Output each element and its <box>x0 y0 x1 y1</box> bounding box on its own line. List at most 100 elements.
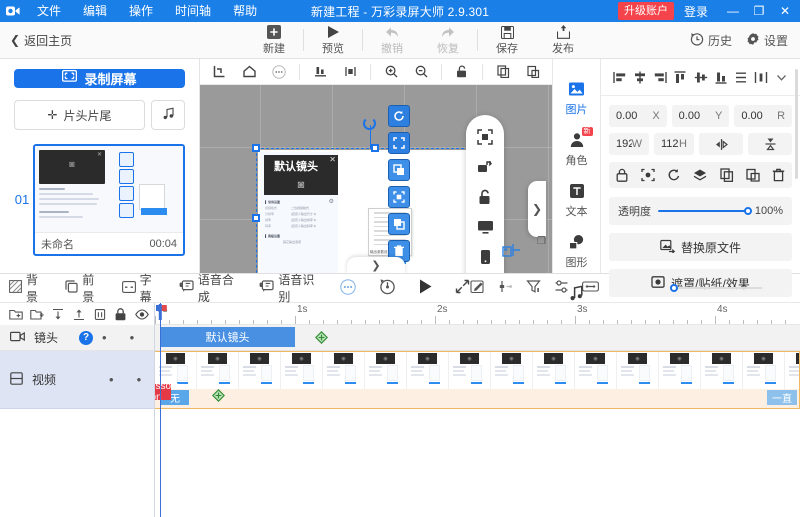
delete-track-icon[interactable] <box>90 305 109 324</box>
add-headtail-button[interactable]: ✛ 片头片尾 <box>14 100 145 130</box>
monitor-icon[interactable] <box>477 219 494 235</box>
fit-screen-icon[interactable] <box>477 129 493 145</box>
distribute-v-icon[interactable] <box>733 69 750 86</box>
width-input[interactable]: 1920.0 W <box>609 133 649 155</box>
layers-icon[interactable] <box>690 165 710 185</box>
chevron-down-icon[interactable] <box>773 69 790 86</box>
keyframe-icon[interactable] <box>498 279 513 297</box>
snap-layout-icon[interactable] <box>502 242 522 261</box>
trash-icon[interactable] <box>769 165 789 185</box>
y-input[interactable]: 0.00 Y <box>671 105 730 127</box>
new-button[interactable]: 新建 <box>246 22 302 59</box>
rail-item-character[interactable]: 新 角色 <box>555 127 599 168</box>
video-keyframe-marker[interactable] <box>212 389 225 402</box>
rail-item-shape[interactable]: 图形 <box>555 232 599 270</box>
rail-item-image[interactable]: 图片 <box>555 79 599 117</box>
subtitle-button[interactable]: 字幕 <box>113 273 170 304</box>
opacity-slider-knob[interactable] <box>743 207 752 215</box>
eye-track-icon[interactable] <box>132 305 151 324</box>
flip-horizontal-button[interactable] <box>699 133 743 155</box>
rotate-refresh-icon[interactable] <box>388 105 410 127</box>
layer-copy-icon[interactable] <box>388 213 410 235</box>
background-button[interactable]: 背景 <box>0 273 56 304</box>
copy-icon[interactable] <box>488 60 518 84</box>
track-dot-2[interactable]: • <box>130 331 135 344</box>
crop-corner-icon[interactable] <box>204 60 234 84</box>
more-circle-icon[interactable] <box>264 60 294 84</box>
resize-handle-n[interactable] <box>371 144 379 152</box>
help-icon[interactable]: ? <box>79 330 94 345</box>
fullscreen-expand-icon[interactable] <box>388 132 410 154</box>
x-input[interactable]: 0.00 X <box>609 105 667 127</box>
minimize-button[interactable]: — <box>720 0 746 22</box>
fit-frame-icon[interactable] <box>388 186 410 208</box>
maximize-button[interactable]: ❐ <box>746 0 772 22</box>
opacity-control[interactable]: 透明度 100% <box>609 197 792 225</box>
history-button[interactable]: 历史 <box>690 32 732 49</box>
rotate-left-icon[interactable] <box>664 165 684 185</box>
scissors-icon[interactable]: scissors-icon <box>155 381 183 403</box>
track-dot-3[interactable]: • <box>109 373 114 386</box>
distribute-horizontal-icon[interactable] <box>335 60 365 84</box>
crop-selection-icon[interactable] <box>638 165 658 185</box>
paste-icon[interactable] <box>518 60 548 84</box>
menu-item-help[interactable]: 帮助 <box>222 0 268 22</box>
phone-icon[interactable] <box>480 249 491 265</box>
properties-scrollbar[interactable] <box>795 69 798 179</box>
back-home-button[interactable]: ❮ 返回主页 <box>0 32 72 49</box>
record-screen-button[interactable]: 录制屏幕 <box>14 69 185 88</box>
move-up-icon[interactable] <box>69 305 88 324</box>
track-header-video[interactable]: 视频 • • <box>0 351 154 409</box>
foreground-button[interactable]: 前景 <box>56 273 112 304</box>
zoom-in-icon[interactable] <box>376 60 406 84</box>
move-down-icon[interactable] <box>48 305 67 324</box>
duplicate-icon[interactable] <box>388 159 410 181</box>
distribute-h-icon[interactable] <box>753 69 770 86</box>
align-left-icon[interactable] <box>611 69 628 86</box>
align-right-icon[interactable] <box>652 69 669 86</box>
paste-icon[interactable] <box>743 165 763 185</box>
undo-button[interactable]: 撤销 <box>364 22 420 59</box>
lock-icon[interactable] <box>612 165 632 185</box>
rotate-handle-icon[interactable] <box>363 117 376 130</box>
keyframe-marker[interactable] <box>315 331 328 344</box>
play-button[interactable] <box>418 278 433 298</box>
track-header-camera[interactable]: 镜头 ? • • <box>0 325 154 351</box>
redo-button[interactable]: 恢复 <box>420 22 476 59</box>
timeline-ruler[interactable]: 0s 1s 2s 3s <box>155 303 800 325</box>
lock-open-icon[interactable] <box>478 189 492 205</box>
timeline-tracks[interactable]: 0s 1s 2s 3s <box>155 303 800 517</box>
close-button[interactable]: ✕ <box>772 0 798 22</box>
track-video[interactable]: 无 scissors-icon 一直 <box>155 351 800 409</box>
add-music-button[interactable] <box>151 100 185 130</box>
lock-track-icon[interactable] <box>111 305 130 324</box>
align-top-icon[interactable] <box>672 69 689 86</box>
replace-source-button[interactable]: 替换原文件 <box>609 233 792 261</box>
rail-item-text[interactable]: 文本 <box>555 181 599 219</box>
duration-hold-chip[interactable]: 一直 <box>767 390 797 405</box>
restart-button[interactable] <box>379 278 396 298</box>
menu-item-operate[interactable]: 操作 <box>118 0 164 22</box>
asr-button[interactable]: 语音识别 <box>250 273 331 304</box>
timeline-more-button[interactable] <box>331 274 365 302</box>
lock-open-icon[interactable] <box>447 60 477 84</box>
edit-pencil-icon[interactable] <box>470 279 485 297</box>
tts-button[interactable]: 语音合成 <box>170 273 251 304</box>
upgrade-account-button[interactable]: 升级账户 <box>617 2 674 20</box>
timeline-zoom-slider[interactable] <box>670 284 762 292</box>
align-middle-v-icon[interactable] <box>692 69 709 86</box>
mask-effects-button[interactable]: 遮罩/贴纸/效果 <box>609 269 792 297</box>
resize-handle-w[interactable] <box>252 214 260 222</box>
resize-handle-nw[interactable] <box>252 144 260 152</box>
track-camera[interactable]: 默认镜头 <box>155 325 800 351</box>
track-dot-1[interactable]: • <box>102 331 107 344</box>
panel-expander-button[interactable]: ❯ <box>528 181 546 237</box>
align-bottom-icon[interactable] <box>712 69 729 86</box>
slide-item[interactable]: ✕ ◙ 未命名 00:04 <box>33 144 185 256</box>
publish-button[interactable]: 发布 <box>535 22 591 59</box>
home-shape-icon[interactable] <box>234 60 264 84</box>
timeline-zoom-knob[interactable] <box>670 284 678 292</box>
zoom-out-icon[interactable] <box>406 60 436 84</box>
rotate-screen-icon[interactable] <box>477 159 493 175</box>
add-track-icon[interactable] <box>6 305 25 324</box>
